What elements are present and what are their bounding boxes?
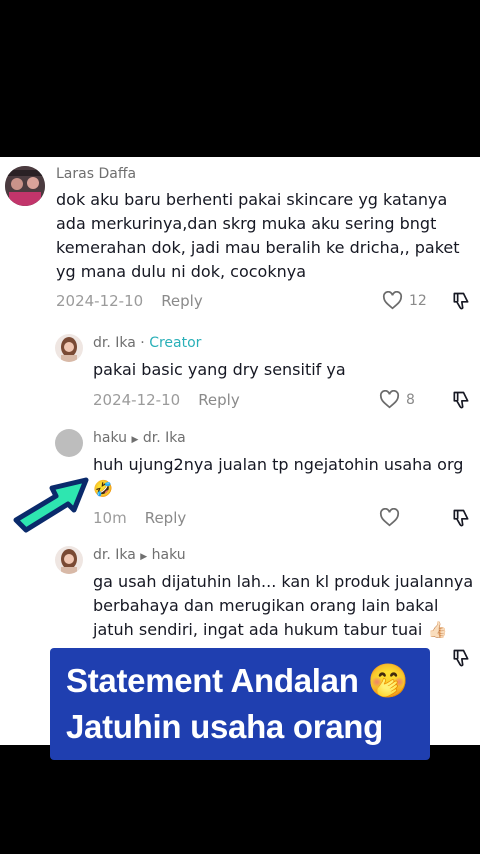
reply-button[interactable]: Reply (198, 391, 240, 409)
comment-text-body: ga usah dijatuhin lah... kan kl produk j… (93, 572, 474, 639)
heart-icon (379, 508, 400, 527)
comment-username[interactable]: dr. Ika (93, 547, 136, 563)
avatar[interactable] (55, 429, 83, 457)
dislike-button[interactable] (451, 648, 471, 672)
avatar-image (55, 546, 83, 574)
comment-text: pakai basic yang dry sensitif ya (93, 360, 346, 379)
like-count: 12 (409, 292, 427, 309)
banner-line-1: Statement Andalan 🤭 (66, 658, 414, 704)
reply-to-username[interactable]: haku (152, 547, 186, 563)
dislike-button[interactable] (451, 390, 471, 414)
emoji-hand-over-mouth: 🤭 (367, 662, 409, 699)
comment-username-line: dr. Ika ▶ haku (93, 547, 186, 563)
emoji-rofl: 🤣 (93, 479, 113, 498)
banner-line-1-text: Statement Andalan (66, 662, 359, 699)
comment-meta: 10m Reply (93, 509, 186, 527)
avatar[interactable] (55, 546, 83, 574)
separator-dot: · (140, 335, 145, 351)
dislike-icon (453, 292, 469, 310)
banner-line-2: Jatuhin usaha orang (66, 708, 384, 745)
comment-text: dok aku baru berhenti pakai skincare yg … (56, 190, 460, 281)
dislike-icon (453, 391, 469, 409)
comment-meta: 2024-12-10 Reply (56, 292, 203, 310)
creator-badge: Creator (149, 335, 202, 351)
avatar[interactable] (5, 166, 45, 206)
dislike-icon (453, 649, 469, 667)
like-button[interactable]: 8 (379, 390, 415, 409)
comment-username-line: haku ▶ dr. Ika (93, 430, 186, 446)
heart-icon (379, 390, 400, 409)
dislike-button[interactable] (451, 508, 471, 532)
reply-arrow-icon: ▶ (140, 552, 148, 562)
comment-date: 10m (93, 509, 127, 527)
reply-to-username[interactable]: dr. Ika (143, 430, 186, 446)
comment-username[interactable]: dr. Ika (93, 335, 136, 351)
like-count: 8 (406, 391, 415, 408)
reply-button[interactable]: Reply (145, 509, 187, 527)
avatar[interactable] (55, 334, 83, 362)
caption-banner: Statement Andalan 🤭 Jatuhin usaha orang (50, 648, 430, 760)
avatar-image (5, 166, 45, 206)
comment-meta: 2024-12-10 Reply (93, 391, 240, 409)
comment-username-line: dr. Ika · Creator (93, 335, 201, 351)
avatar-image (55, 334, 83, 362)
reply-arrow-icon: ▶ (131, 435, 139, 445)
reply-button[interactable]: Reply (161, 292, 203, 310)
comment-text: ga usah dijatuhin lah... kan kl produk j… (93, 570, 475, 642)
pointer-arrow-icon (13, 476, 89, 533)
heart-icon (382, 291, 403, 310)
comment-date: 2024-12-10 (56, 292, 144, 310)
dislike-button[interactable] (451, 291, 471, 315)
comment-username[interactable]: Laras Daffa (56, 166, 136, 182)
comment-date: 2024-12-10 (93, 391, 181, 409)
like-button[interactable] (379, 508, 400, 527)
like-button[interactable]: 12 (382, 291, 427, 310)
comment-username[interactable]: haku (93, 430, 127, 446)
comment-text-body: huh ujung2nya jualan tp ngejatohin usaha… (93, 455, 464, 474)
dislike-icon (453, 509, 469, 527)
comment-text: huh ujung2nya jualan tp ngejatohin usaha… (93, 453, 473, 501)
emoji-thumbs-up: 👍🏻 (427, 620, 448, 639)
